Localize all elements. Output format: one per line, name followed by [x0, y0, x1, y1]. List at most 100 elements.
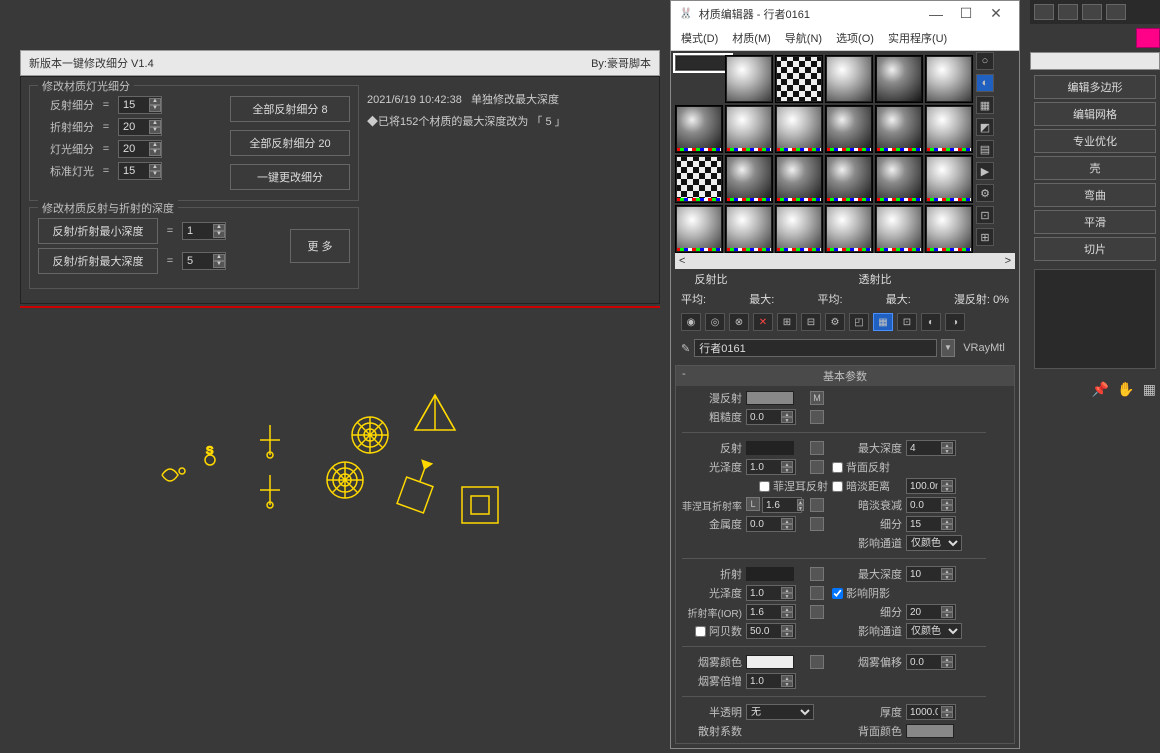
modifier-dropdown[interactable] — [1030, 52, 1160, 70]
metal-spinner[interactable]: ▲▼ — [746, 516, 796, 532]
close-button[interactable]: ✕ — [981, 5, 1011, 22]
material-editor-titlebar[interactable]: 🐰 材质编辑器 - 行者0161 — ☐ ✕ — [671, 1, 1019, 26]
tool-icon-1[interactable]: ◉ — [681, 313, 701, 331]
rollout-basic-header[interactable]: -基本参数 — [676, 366, 1014, 386]
maxdepth-r-spinner[interactable]: ▲▼ — [906, 440, 956, 456]
tool-icon-7[interactable]: ⚙ — [825, 313, 845, 331]
modifier-stack[interactable] — [1034, 269, 1156, 369]
scroll-left-icon[interactable]: < — [679, 255, 685, 267]
swatch-3[interactable] — [825, 55, 873, 103]
swatch-4[interactable] — [875, 55, 923, 103]
swatch-16[interactable] — [875, 155, 923, 203]
reflect-sub-input[interactable] — [119, 99, 149, 111]
diffuse-color[interactable] — [746, 391, 794, 405]
tool-icon-12[interactable]: ◑ — [945, 313, 965, 331]
swatch-15[interactable] — [825, 155, 873, 203]
swatch-5[interactable] — [925, 55, 973, 103]
affect-t-select[interactable]: 仅颜色 — [906, 623, 962, 639]
tool-icon-4[interactable]: ✕ — [753, 313, 773, 331]
swatch-14[interactable] — [775, 155, 823, 203]
swatch-23[interactable] — [925, 205, 973, 253]
refract-sub-spinner[interactable]: ▲▼ — [118, 118, 162, 136]
max-depth-spinner[interactable]: ▲▼ — [182, 252, 226, 270]
maximize-button[interactable]: ☐ — [951, 5, 981, 22]
hand-icon[interactable]: ✋ — [1117, 381, 1134, 398]
menu-util[interactable]: 实用程序(U) — [888, 30, 947, 46]
affect-r-select[interactable]: 仅颜色 — [906, 535, 962, 551]
dimdist-spinner[interactable]: ▲▼ — [906, 478, 956, 494]
swatch-8[interactable] — [775, 105, 823, 153]
modifier-color-swatch[interactable] — [1136, 28, 1160, 48]
fresnel-lock-button[interactable]: L — [746, 497, 760, 511]
rbtn-edit-poly[interactable]: 编辑多边形 — [1034, 75, 1156, 99]
rough-spinner[interactable]: ▲▼ — [746, 409, 796, 425]
tab-icon-2[interactable] — [1058, 4, 1078, 20]
tool-icon-8[interactable]: ◰ — [849, 313, 869, 331]
swatch-2[interactable] — [775, 55, 823, 103]
dimdist-checkbox[interactable] — [832, 481, 843, 492]
fogcolor-box[interactable] — [746, 655, 794, 669]
rbtn-slice[interactable]: 切片 — [1034, 237, 1156, 261]
material-name-input[interactable] — [694, 339, 937, 357]
swatch-18[interactable] — [675, 205, 723, 253]
swatch-6[interactable] — [675, 105, 723, 153]
dimfall-spinner[interactable]: ▲▼ — [906, 497, 956, 513]
down-arrow-icon[interactable]: ▼ — [149, 105, 161, 112]
material-type-label[interactable]: VRayMtl — [959, 342, 1009, 354]
sample-select-icon[interactable]: ⊡ — [976, 206, 994, 224]
up-arrow-icon[interactable]: ▲ — [149, 98, 161, 105]
swatch-10[interactable] — [875, 105, 923, 153]
backface-checkbox[interactable] — [832, 462, 843, 473]
swatch-20[interactable] — [775, 205, 823, 253]
all-reflect-8-button[interactable]: 全部反射细分 8 — [230, 96, 350, 122]
tool-icon-5[interactable]: ⊞ — [777, 313, 797, 331]
swatch-21[interactable] — [825, 205, 873, 253]
rbtn-bend[interactable]: 弯曲 — [1034, 183, 1156, 207]
abbe-spinner[interactable]: ▲▼ — [746, 623, 796, 639]
rough-map-button[interactable] — [810, 410, 824, 424]
swatch-9[interactable] — [825, 105, 873, 153]
swatch-1[interactable] — [725, 55, 773, 103]
translucent-select[interactable]: 无 — [746, 704, 814, 720]
thickness-spinner[interactable]: ▲▼ — [906, 704, 956, 720]
menu-material[interactable]: 材质(M) — [732, 30, 771, 46]
reflect-sub-spinner[interactable]: ▲▼ — [118, 96, 162, 114]
ior-spinner[interactable]: ▲▼ — [746, 604, 796, 620]
refract-color[interactable] — [746, 567, 794, 581]
tool-icon-9[interactable]: ▦ — [873, 313, 893, 331]
maxdepth-t-spinner[interactable]: ▲▼ — [906, 566, 956, 582]
all-reflect-20-button[interactable]: 全部反射细分 20 — [230, 130, 350, 156]
config-icon[interactable]: ▦ — [1143, 381, 1156, 398]
tab-icon-1[interactable] — [1034, 4, 1054, 20]
minimize-button[interactable]: — — [921, 6, 951, 22]
tool-icon-10[interactable]: ⊡ — [897, 313, 917, 331]
sample-uv-icon[interactable]: ▤ — [976, 140, 994, 158]
sample-sphere-icon[interactable]: ○ — [976, 52, 994, 70]
rbtn-smooth[interactable]: 平滑 — [1034, 210, 1156, 234]
tab-icon-4[interactable] — [1106, 4, 1126, 20]
menu-nav[interactable]: 导航(N) — [785, 30, 822, 46]
change-all-button[interactable]: 一键更改细分 — [230, 164, 350, 190]
min-depth-button[interactable]: 反射/折射最小深度 — [38, 218, 158, 244]
scroll-right-icon[interactable]: > — [1005, 255, 1011, 267]
swatch-17[interactable] — [925, 155, 973, 203]
pin-icon[interactable]: 📌 — [1092, 381, 1109, 398]
material-name-dropdown[interactable]: ▼ — [941, 339, 955, 357]
gloss-map-button[interactable] — [810, 460, 824, 474]
swatch-22[interactable] — [875, 205, 923, 253]
sample-3x2-icon[interactable]: ⊞ — [976, 228, 994, 246]
gloss-spinner[interactable]: ▲▼ — [746, 459, 796, 475]
swatch-19[interactable] — [725, 205, 773, 253]
max-depth-button[interactable]: 反射/折射最大深度 — [38, 248, 158, 274]
diffuse-map-button[interactable]: M — [810, 391, 824, 405]
swatch-0[interactable] — [675, 55, 731, 71]
abbe-checkbox[interactable] — [695, 626, 706, 637]
sample-options-icon[interactable]: ⚙ — [976, 184, 994, 202]
sample-checker-icon[interactable]: ▦ — [976, 96, 994, 114]
sample-light-icon[interactable]: ◐ — [976, 74, 994, 92]
reflect-color[interactable] — [746, 441, 794, 455]
sample-bg-icon[interactable]: ◩ — [976, 118, 994, 136]
swatch-11[interactable] — [925, 105, 973, 153]
reflect-map-button[interactable] — [810, 441, 824, 455]
menu-mode[interactable]: 模式(D) — [681, 30, 718, 46]
